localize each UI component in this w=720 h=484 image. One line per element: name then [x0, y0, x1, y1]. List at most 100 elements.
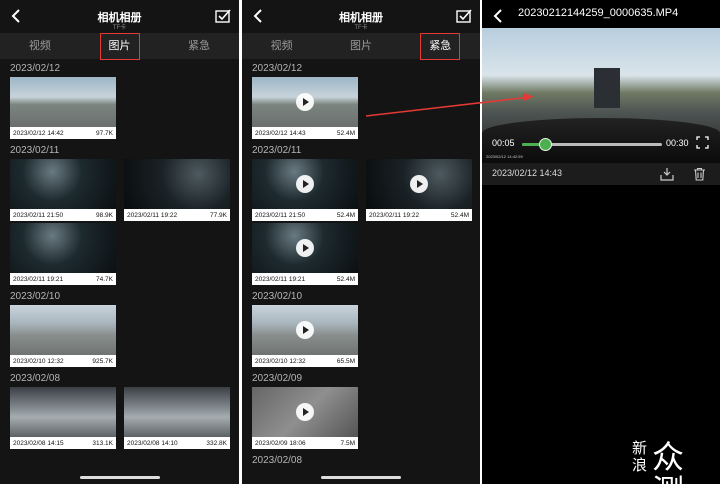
thumbnail-meta: 2023/02/08 14:10 332.8K — [124, 437, 230, 449]
select-button[interactable] — [215, 9, 231, 23]
media-thumbnail[interactable]: 2023/02/12 14:43 52.4M — [252, 77, 358, 139]
thumbnail-image — [10, 159, 116, 209]
play-icon[interactable] — [296, 403, 314, 421]
date-header: 2023/02/10 — [252, 291, 303, 302]
thumb-row: 2023/02/10 12:32 65.5M — [242, 305, 480, 367]
thumbnail-time: 2023/02/11 19:21 — [255, 275, 306, 283]
thumbnail-image — [124, 387, 230, 437]
media-thumbnail[interactable]: 2023/02/11 19:22 52.4M — [366, 159, 472, 221]
play-icon[interactable] — [296, 93, 314, 111]
date-header: 2023/02/08 — [10, 373, 61, 384]
thumbnail-image — [10, 223, 116, 273]
video-timestamp: 2023/02/12 14:42:59 — [486, 154, 523, 159]
thumbnail-time: 2023/02/11 21:50 — [255, 211, 306, 219]
tab-videos[interactable]: 视频 — [242, 33, 321, 59]
select-button[interactable] — [456, 9, 472, 23]
media-thumbnail[interactable]: 2023/02/10 12:32 925.7K — [10, 305, 116, 367]
tab-photos[interactable]: 图片 — [80, 33, 160, 60]
album-panel-emergency: 相机相册 TF卡 视频 图片 紧急 2023/02/12 2023/02/12 1… — [242, 0, 480, 484]
thumb-row: 2023/02/12 14:42 97.7K — [0, 77, 239, 139]
tab-photos[interactable]: 图片 — [321, 33, 400, 59]
thumb-row: 2023/02/11 21:50 98.9K 2023/02/11 19:22 77.… — [0, 159, 239, 221]
thumbnail-meta: 2023/02/08 14:15 313.1K — [10, 437, 116, 449]
date-header: 2023/02/11 — [252, 145, 302, 156]
seek-bar[interactable] — [522, 138, 662, 151]
thumbnail-size: 97.7K — [96, 129, 113, 137]
media-thumbnail[interactable]: 2023/02/09 18:06 7.5M — [252, 387, 358, 449]
thumbnail-time: 2023/02/12 14:42 — [13, 129, 64, 137]
tab-emergency[interactable]: 紧急 — [401, 33, 480, 60]
thumbnail-meta: 2023/02/11 19:21 74.7K — [10, 273, 116, 285]
play-icon[interactable] — [296, 175, 314, 193]
video-filename: 20230212144259_0000635.MP4 — [518, 7, 679, 19]
date-header: 2023/02/10 — [10, 291, 61, 302]
thumbnail-meta: 2023/02/11 21:50 52.4M — [252, 209, 358, 221]
video-date: 2023/02/12 14:43 — [492, 168, 563, 178]
thumb-row: 2023/02/11 19:21 74.7K — [0, 223, 239, 285]
thumbnail-image — [10, 305, 116, 355]
fullscreen-button[interactable] — [696, 136, 709, 149]
thumbnail-meta: 2023/02/09 18:06 7.5M — [252, 437, 358, 449]
thumbnail-size: 52.4M — [336, 211, 355, 219]
checkbox-icon — [456, 9, 472, 23]
media-grid: 2023/02/12 2023/02/12 14:42 97.7K 2023/02/1… — [0, 59, 239, 484]
thumbnail-meta: 2023/02/11 21:50 98.9K — [10, 209, 116, 221]
thumbnail-meta: 2023/02/11 19:21 52.4M — [252, 273, 358, 285]
thumbnail-size: 74.7K — [96, 275, 113, 283]
play-icon[interactable] — [296, 239, 314, 257]
watermark: 新浪 众测 — [632, 438, 712, 484]
play-icon[interactable] — [410, 175, 428, 193]
thumbnail-size: 65.5M — [336, 357, 355, 365]
thumb-row: 2023/02/12 14:43 52.4M — [242, 77, 480, 139]
thumbnail-time: 2023/02/10 12:32 — [255, 357, 306, 365]
delete-button[interactable] — [693, 167, 706, 181]
thumbnail-time: 2023/02/08 14:10 — [127, 439, 178, 447]
thumbnail-size: 77.9K — [210, 211, 227, 219]
highlight-box — [99, 33, 140, 60]
header: 相机相册 TF卡 — [0, 0, 239, 34]
current-time: 00:05 — [492, 138, 515, 148]
tab-videos[interactable]: 视频 — [0, 33, 80, 59]
media-thumbnail[interactable]: 2023/02/11 21:50 52.4M — [252, 159, 358, 221]
date-header: 2023/02/08 — [252, 455, 303, 466]
total-time: 00:30 — [666, 138, 689, 148]
thumbnail-size: 52.4M — [336, 129, 355, 137]
video-player-panel: 20230212144259_0000635.MP4 2023/02/12 14… — [482, 0, 720, 484]
thumb-row: 2023/02/11 21:50 52.4M 2023/02/11 19:22 52.… — [242, 159, 480, 221]
tab-emergency[interactable]: 紧急 — [159, 33, 239, 59]
play-icon[interactable] — [296, 321, 314, 339]
thumbnail-image — [124, 159, 230, 209]
thumbnail-time: 2023/02/11 21:50 — [13, 211, 64, 219]
media-thumbnail[interactable]: 2023/02/12 14:42 97.7K — [10, 77, 116, 139]
trash-icon — [694, 167, 705, 181]
date-header: 2023/02/12 — [10, 63, 61, 74]
info-bar: 2023/02/12 14:43 — [482, 163, 720, 185]
media-thumbnail[interactable]: 2023/02/11 19:22 77.9K — [124, 159, 230, 221]
back-button[interactable] — [490, 7, 508, 25]
thumb-row: 2023/02/09 18:06 7.5M — [242, 387, 480, 449]
storage-label: TF卡 — [354, 25, 368, 31]
tab-bar: 视频 图片 紧急 — [242, 33, 480, 60]
thumbnail-meta: 2023/02/10 12:32 65.5M — [252, 355, 358, 367]
media-thumbnail[interactable]: 2023/02/08 14:15 313.1K — [10, 387, 116, 449]
media-thumbnail[interactable]: 2023/02/11 19:21 52.4M — [252, 223, 358, 285]
chevron-left-icon — [493, 9, 502, 23]
thumbnail-meta: 2023/02/11 19:22 52.4M — [366, 209, 472, 221]
thumbnail-time: 2023/02/11 19:22 — [369, 211, 420, 219]
download-button[interactable] — [660, 167, 674, 181]
home-indicator — [79, 476, 160, 479]
media-thumbnail[interactable]: 2023/02/08 14:10 332.8K — [124, 387, 230, 449]
thumbnail-time: 2023/02/08 14:15 — [13, 439, 64, 447]
date-header: 2023/02/12 — [252, 63, 303, 74]
media-thumbnail[interactable]: 2023/02/11 19:21 74.7K — [10, 223, 116, 285]
download-icon — [660, 168, 674, 181]
media-thumbnail[interactable]: 2023/02/10 12:32 65.5M — [252, 305, 358, 367]
thumbnail-size: 925.7K — [92, 357, 113, 365]
thumbnail-size: 98.9K — [96, 211, 113, 219]
truck-shape — [594, 68, 620, 108]
media-thumbnail[interactable]: 2023/02/11 21:50 98.9K — [10, 159, 116, 221]
date-header: 2023/02/11 — [10, 145, 60, 156]
thumbnail-image — [10, 77, 116, 127]
media-grid: 2023/02/12 2023/02/12 14:43 52.4M 2023/02/1… — [242, 59, 480, 484]
header: 相机相册 TF卡 — [242, 0, 480, 34]
